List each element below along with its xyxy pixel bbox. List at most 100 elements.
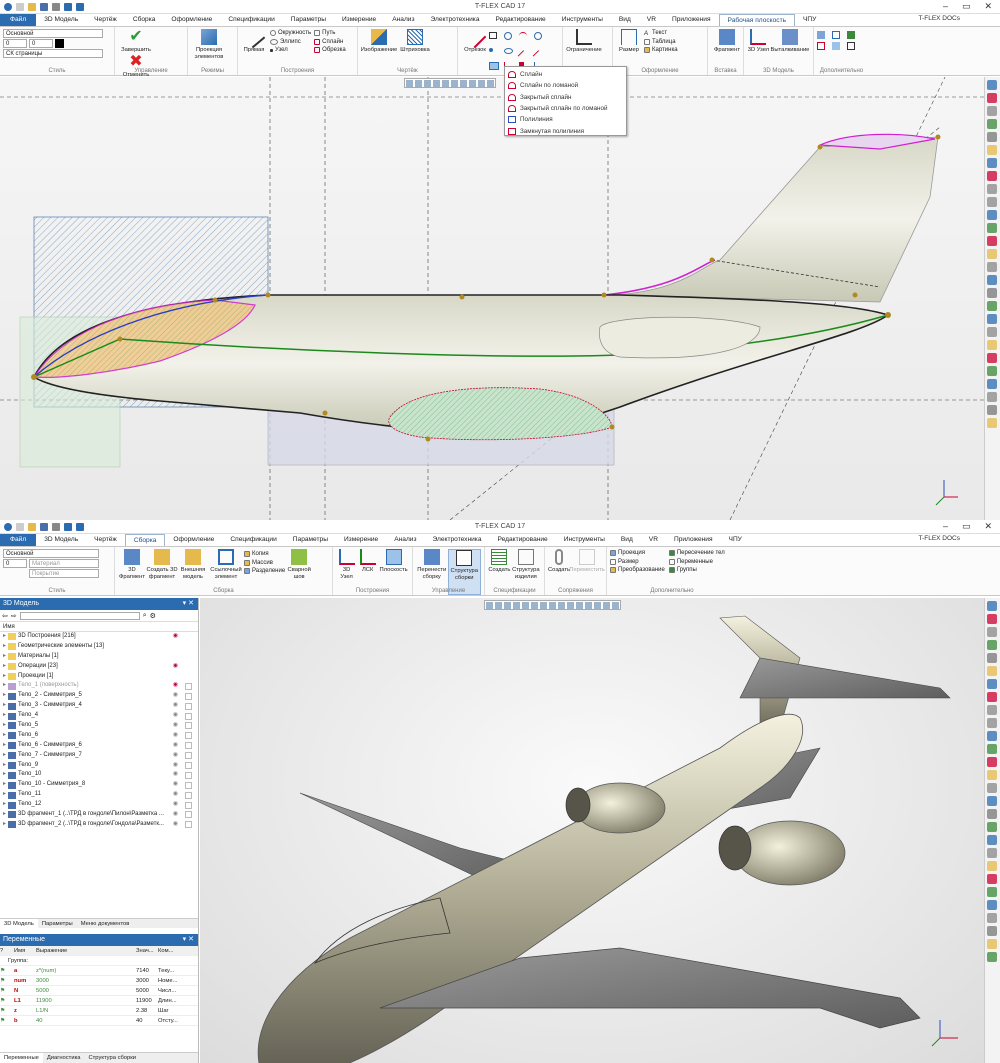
expand-icon[interactable]: ▸ — [3, 790, 6, 800]
mini-tool-6-icon[interactable] — [531, 602, 538, 609]
vars-cell[interactable]: Отсту... — [158, 1016, 188, 1025]
expand-icon[interactable]: ▸ — [3, 741, 6, 751]
mini-tool-9-icon[interactable] — [478, 80, 485, 87]
tree-item[interactable]: ▸ Тело_9 ◉ — [0, 761, 198, 771]
tree-item[interactable]: ▸ Тело_6 ◉ — [0, 731, 198, 741]
lock-icon[interactable] — [185, 771, 192, 779]
open-icon[interactable] — [28, 2, 36, 11]
lock-icon[interactable] — [185, 722, 192, 730]
ribbon-tab[interactable]: Вид — [611, 14, 639, 26]
spline-tool-icon[interactable] — [489, 62, 499, 70]
mini-tool-5-icon[interactable] — [522, 602, 529, 609]
extra-tool-3-icon[interactable] — [847, 31, 855, 39]
visibility-icon[interactable]: ◉ — [173, 711, 178, 721]
view-tool-icon[interactable] — [987, 93, 997, 103]
ribbon-tab[interactable]: Файл — [0, 534, 37, 546]
view-tool-icon[interactable] — [987, 171, 997, 181]
ribbon-tab[interactable]: Спецификации — [220, 14, 282, 26]
filter-icon[interactable]: ⚙ — [150, 612, 156, 620]
panel-tab[interactable]: Структура сборки — [84, 1053, 140, 1063]
lock-icon[interactable] — [185, 791, 192, 799]
view-tool-icon[interactable] — [987, 405, 997, 415]
view-tool-icon[interactable] — [987, 718, 997, 728]
ribbon-tab[interactable]: VR — [639, 14, 664, 26]
mini-tool-15-icon[interactable] — [612, 602, 619, 609]
path-button[interactable]: Путь — [314, 29, 346, 38]
ribbon-tab[interactable]: 3D Модель — [36, 534, 86, 546]
spline-button[interactable]: Сплайн — [314, 38, 346, 47]
spline-menu-item[interactable]: Закрытый сплайн по ломаной — [505, 103, 626, 114]
lock-icon[interactable] — [185, 682, 192, 690]
ribbon-tab[interactable]: Рабочая плоскость — [718, 14, 796, 26]
mini-tool-4-icon[interactable] — [513, 602, 520, 609]
view-tool-icon[interactable] — [987, 340, 997, 350]
spline-menu-item[interactable]: Сплайн по ломаной — [505, 80, 626, 91]
view-tool-icon[interactable] — [987, 353, 997, 363]
fragment-button[interactable]: Фрагмент — [711, 29, 743, 54]
mini-tool-11-icon[interactable] — [576, 602, 583, 609]
dot-icon[interactable] — [489, 48, 493, 52]
vars-cell[interactable]: num — [14, 976, 36, 985]
vars-cell[interactable]: 40 — [36, 1016, 136, 1025]
view-tool-icon[interactable] — [987, 132, 997, 142]
tree-item[interactable]: ▸ Тело_3 - Симметрия_4 ◉ — [0, 701, 198, 711]
mini-tool-7-icon[interactable] — [540, 602, 547, 609]
spline-menu-item[interactable]: Закрытый сплайн — [505, 92, 626, 103]
visibility-icon[interactable]: ◉ — [173, 761, 178, 771]
lock-icon[interactable] — [185, 801, 192, 809]
view-tool-icon[interactable] — [987, 939, 997, 949]
visibility-icon[interactable]: ◉ — [173, 662, 178, 672]
view-tool-icon[interactable] — [987, 80, 997, 90]
tree-item[interactable]: ▸ Тело_10 - Симметрия_8 ◉ — [0, 780, 198, 790]
node-button[interactable]: Узел — [270, 46, 311, 55]
vars-row[interactable]: ⚑ N 5000 5000 Числ... — [0, 986, 198, 996]
expand-icon[interactable]: ▸ — [3, 681, 6, 691]
minimize-button[interactable]: – — [943, 1, 948, 12]
vars-cell[interactable]: L1/N — [36, 1006, 136, 1015]
tree-item[interactable]: ▸ Тело_2 - Симметрия_5 ◉ — [0, 691, 198, 701]
panel-tab[interactable]: Диагностика — [43, 1053, 85, 1063]
visibility-icon[interactable]: ◉ — [173, 810, 178, 820]
undo-icon[interactable] — [64, 2, 72, 11]
ribbon-tab[interactable]: Приложения — [664, 14, 719, 26]
close-button[interactable]: ✕ — [984, 521, 992, 532]
ribbon-tab[interactable]: ЧПУ — [795, 14, 824, 26]
spline-menu-item[interactable]: Замкнутая полилиния — [505, 125, 626, 136]
expand-icon[interactable]: ▸ — [3, 662, 6, 672]
mini-tool-2-icon[interactable] — [495, 602, 502, 609]
horizontal-stabilizer[interactable] — [739, 657, 951, 699]
arc-icon[interactable] — [519, 32, 527, 40]
lock-icon[interactable] — [185, 712, 192, 720]
vars-row[interactable]: ⚑ a z*(num) 7140 Теку... — [0, 966, 198, 976]
tail-fin[interactable] — [609, 136, 939, 303]
ribbon-tab[interactable]: Электротехника — [423, 14, 488, 26]
mini-tool-5-icon[interactable] — [442, 80, 449, 87]
visibility-icon[interactable]: ◉ — [173, 731, 178, 741]
docs-label[interactable]: T-FLEX DOCs — [918, 15, 960, 22]
vars-row[interactable]: ⚑ z L1/N 2.38 Шаг — [0, 1006, 198, 1016]
finish-button[interactable]: ✔ Завершить — [118, 29, 154, 54]
undo-icon[interactable] — [64, 522, 72, 531]
vars-col-header[interactable]: Выражение — [36, 946, 136, 955]
groups-button[interactable]: Группы — [668, 566, 725, 575]
view-tool-icon[interactable] — [987, 288, 997, 298]
view-tool-icon[interactable] — [987, 796, 997, 806]
expand-icon[interactable]: ▸ — [3, 751, 6, 761]
view-tool-icon[interactable] — [987, 874, 997, 884]
view-tool-icon[interactable] — [987, 835, 997, 845]
ellipse-tool-icon[interactable] — [504, 48, 513, 54]
view-tool-icon[interactable] — [987, 640, 997, 650]
vars-cell[interactable]: 5000 — [136, 986, 158, 995]
view-tool-icon[interactable] — [987, 809, 997, 819]
trim-button[interactable]: Обрезка — [314, 46, 346, 55]
tree-item[interactable]: ▸ Тело_10 ◉ — [0, 770, 198, 780]
vars-cell[interactable]: a — [14, 966, 36, 975]
view-tool-icon[interactable] — [987, 913, 997, 923]
intersect-button[interactable]: Пересечение тел — [668, 549, 725, 558]
visibility-icon[interactable]: ◉ — [173, 800, 178, 810]
ribbon-tab[interactable]: Анализ — [386, 534, 424, 546]
ribbon-tab[interactable]: Спецификации — [222, 534, 284, 546]
tree-item[interactable]: ▸ Геометрические элементы [13] — [0, 642, 198, 652]
pin-icon[interactable]: ▾ ✕ — [183, 934, 194, 946]
view-tool-icon[interactable] — [987, 184, 997, 194]
